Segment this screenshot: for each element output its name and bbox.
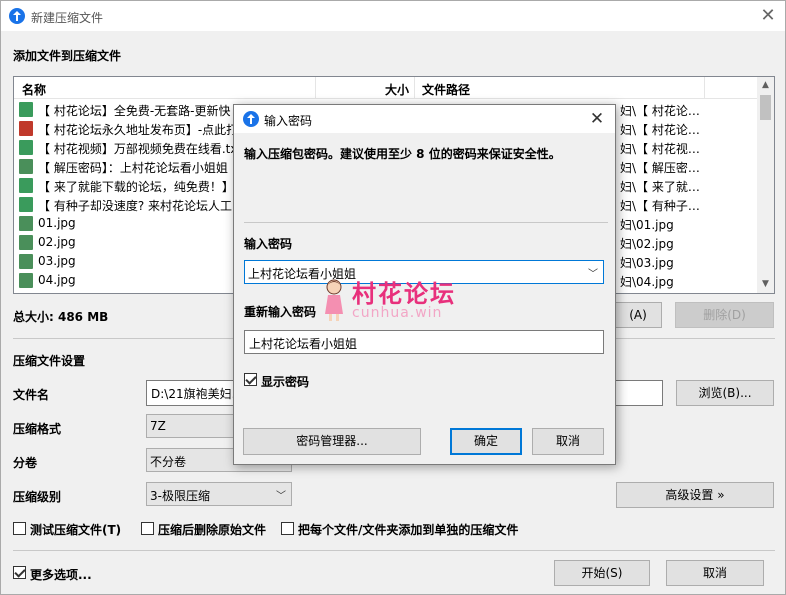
file-path: 妇\【 解压密… [620, 161, 700, 175]
file-list-header: 名称 大小 文件路径 [14, 77, 758, 99]
advanced-settings-button[interactable]: 高级设置 » [616, 482, 774, 508]
file-name: 03.jpg [38, 254, 76, 268]
scroll-up-icon[interactable]: ▲ [757, 77, 774, 94]
close-icon[interactable]: ✕ [585, 106, 609, 132]
level-select[interactable]: 3-极限压缩 ﹀ [146, 482, 292, 506]
password-manager-button[interactable]: 密码管理器... [243, 428, 421, 455]
file-name: 【 有种子却没速度? 来村花论坛人工 [38, 199, 232, 213]
column-name[interactable]: 名称 [22, 81, 46, 98]
watermark-text: 村花论坛 [352, 280, 456, 308]
ok-button[interactable]: 确定 [450, 428, 522, 455]
text-file-icon [19, 102, 33, 117]
file-path: 妇\04.jpg [620, 275, 674, 289]
file-name: 02.jpg [38, 235, 76, 249]
reenter-password-input[interactable]: 上村花论坛看小姐姐 [244, 330, 604, 354]
window-titlebar: 新建压缩文件 ✕ [1, 1, 785, 31]
separate-archives-label[interactable]: 把每个文件/文件夹添加到单独的压缩文件 [298, 521, 518, 538]
divider [13, 550, 775, 551]
volume-label: 分卷 [13, 456, 38, 470]
file-path: 妇\【 来了就… [620, 180, 700, 194]
file-path: 妇\02.jpg [620, 237, 674, 251]
show-password-label[interactable]: 显示密码 [261, 373, 309, 390]
chevron-down-icon[interactable]: ﹀ [588, 265, 598, 280]
image-file-icon [19, 216, 33, 231]
file-path: 妇\【 村花论… [620, 123, 700, 137]
filename-label: 文件名 [13, 388, 50, 402]
file-name: 【 村花论坛永久地址发布页】-点此打 [38, 123, 239, 137]
column-divider[interactable] [315, 77, 316, 99]
file-name: 【 解压密码】：上村花论坛看小姐姐 [38, 161, 228, 175]
app-logo-icon [9, 8, 25, 24]
file-name: 【 村花视频】万部视频免费在线看.txt [38, 142, 243, 156]
file-path: 妇\【 村花论… [620, 104, 700, 118]
close-icon[interactable]: ✕ [755, 3, 781, 29]
reenter-label: 重新输入密码 [244, 305, 317, 319]
file-path: 妇\01.jpg [620, 218, 674, 232]
divider [244, 222, 608, 223]
level-label: 压缩级别 [13, 490, 62, 504]
file-path: 妇\03.jpg [620, 256, 674, 270]
image-file-icon [19, 159, 33, 174]
chevron-down-icon: ﹀ [276, 491, 286, 502]
text-file-icon [19, 140, 33, 155]
settings-header: 压缩文件设置 [13, 354, 86, 368]
column-divider[interactable] [704, 77, 705, 99]
volume-value: 不分卷 [150, 455, 187, 469]
format-label: 压缩格式 [13, 422, 62, 436]
window-title: 新建压缩文件 [31, 11, 104, 25]
column-divider[interactable] [414, 77, 415, 99]
show-password-checkbox[interactable] [244, 373, 257, 386]
image-file-icon [19, 235, 33, 250]
column-path[interactable]: 文件路径 [422, 81, 470, 98]
file-name: 【 来了就能下载的论坛，纯免费！】 [38, 180, 234, 194]
add-button[interactable]: (A) [614, 302, 662, 328]
delete-button[interactable]: 删除(D) [675, 302, 774, 328]
level-value: 3-极限压缩 [150, 489, 210, 503]
file-list-scrollbar[interactable]: ▲ ▼ [757, 77, 774, 293]
column-size[interactable]: 大小 [385, 81, 409, 98]
file-name: 04.jpg [38, 273, 76, 287]
more-options-checkbox[interactable] [13, 566, 26, 579]
separate-archives-checkbox[interactable] [281, 522, 294, 535]
app-logo-icon [243, 111, 259, 127]
file-name: 【 村花论坛】全免费-无套路-更新快 [38, 104, 231, 118]
dialog-title: 输入密码 [264, 114, 313, 128]
text-file-icon [19, 178, 33, 193]
file-path: 妇\【 村花视… [620, 142, 700, 156]
start-button[interactable]: 开始(S) [554, 560, 650, 586]
image-file-icon [19, 273, 33, 288]
scroll-down-icon[interactable]: ▼ [757, 276, 774, 293]
text-file-icon [19, 197, 33, 212]
add-files-label: 添加文件到压缩文件 [13, 49, 122, 63]
webpage-file-icon [19, 121, 33, 136]
file-name: 01.jpg [38, 216, 76, 230]
watermark-url: cunhua.win [352, 305, 443, 321]
dialog-cancel-button[interactable]: 取消 [532, 428, 604, 455]
watermark: 村花论坛 cunhua.win [322, 274, 482, 326]
format-value: 7Z [150, 419, 166, 433]
dialog-titlebar: 输入密码 ✕ [234, 105, 615, 133]
password-label: 输入密码 [244, 237, 293, 251]
total-size-label: 总大小: 486 MB [13, 310, 109, 324]
scroll-thumb[interactable] [760, 95, 771, 120]
cartoon-girl-icon [325, 279, 343, 321]
more-options-label[interactable]: 更多选项... [30, 566, 92, 583]
image-file-icon [19, 254, 33, 269]
delete-after-checkbox[interactable] [141, 522, 154, 535]
password-instruction: 输入压缩包密码。建议使用至少 8 位的密码来保证安全性。 [244, 147, 561, 161]
browse-button[interactable]: 浏览(B)... [676, 380, 774, 406]
cancel-button[interactable]: 取消 [666, 560, 764, 586]
reenter-value: 上村花论坛看小姐姐 [249, 337, 358, 351]
test-archive-checkbox[interactable] [13, 522, 26, 535]
filename-value: D:\21旗袍美妇.7 [151, 387, 244, 401]
test-archive-label[interactable]: 测试压缩文件(T) [30, 521, 121, 538]
file-path: 妇\【 有种子… [620, 199, 700, 213]
delete-after-label[interactable]: 压缩后删除原始文件 [158, 521, 266, 538]
